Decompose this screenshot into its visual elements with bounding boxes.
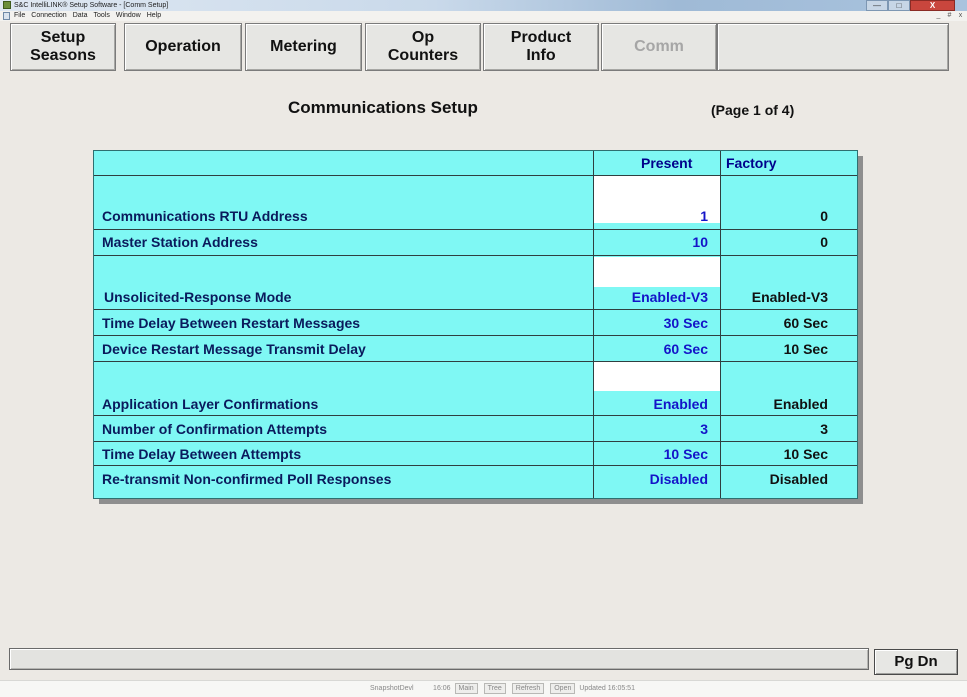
nav-comm-label: Comm (634, 38, 684, 55)
nav-op-counters-button[interactable]: Op Counters (365, 23, 481, 71)
factory-value-rtu-address: 0 (820, 208, 828, 224)
page-title: Communications Setup (288, 98, 478, 117)
minimize-button[interactable]: — (866, 0, 888, 11)
menu-connection[interactable]: Connection (31, 11, 66, 21)
menu-file[interactable]: File (14, 11, 25, 21)
present-value-restart-delay[interactable]: 30 Sec (598, 315, 708, 331)
row-label-app-confirmations: Application Layer Confirmations (102, 396, 319, 412)
document-icon[interactable] (3, 12, 10, 20)
mdi-close-button[interactable]: x (956, 11, 965, 21)
menu-window[interactable]: Window (116, 11, 141, 21)
taskbar-updated: Updated 16:05:51 (579, 685, 635, 692)
maximize-button[interactable]: □ (888, 0, 910, 11)
factory-value-retransmit-poll: Disabled (769, 471, 828, 487)
row-divider (94, 441, 857, 442)
present-cell-bg (594, 257, 720, 287)
row-label-transmit-delay: Device Restart Message Transmit Delay (102, 341, 366, 357)
row-label-master-station: Master Station Address (102, 234, 258, 250)
row-label-restart-delay: Time Delay Between Restart Messages (102, 315, 361, 331)
factory-value-app-confirmations: Enabled (773, 396, 828, 412)
present-cell-bg (594, 361, 720, 391)
mdi-restore-button[interactable]: # (945, 11, 954, 21)
row-label-attempt-delay: Time Delay Between Attempts (102, 446, 302, 462)
taskbar-open-button[interactable]: Open (550, 683, 576, 694)
nav-blank-button[interactable] (717, 23, 949, 71)
present-value-confirmation-attempts[interactable]: 3 (598, 421, 708, 437)
row-divider (94, 465, 857, 466)
row-divider (94, 175, 857, 176)
present-value-app-confirmations[interactable]: Enabled (598, 396, 708, 412)
row-label-confirmation-attempts: Number of Confirmation Attempts (102, 421, 328, 437)
taskbar-main-button[interactable]: Main (454, 683, 478, 694)
nav-operation-button[interactable]: Operation (124, 23, 242, 71)
menu-bar: File Connection Data Tools Window Help _… (0, 11, 967, 21)
nav-comm-button[interactable]: Comm (601, 23, 717, 71)
factory-value-restart-delay: 60 Sec (783, 315, 828, 331)
factory-value-confirmation-attempts: 3 (820, 421, 828, 437)
window-title: S&C IntelliLINK® Setup Software - [Comm … (14, 2, 169, 9)
row-divider (94, 415, 857, 416)
factory-value-unsolicited-mode: Enabled-V3 (751, 289, 828, 305)
taskbar-refresh-button[interactable]: Refresh (511, 683, 545, 694)
present-value-retransmit-poll[interactable]: Disabled (598, 471, 708, 487)
present-value-attempt-delay[interactable]: 10 Sec (598, 446, 708, 462)
menu-data[interactable]: Data (73, 11, 88, 21)
row-divider (94, 361, 857, 362)
row-divider (94, 335, 857, 336)
row-label-rtu-address: Communications RTU Address (102, 208, 308, 224)
present-value-rtu-address[interactable]: 1 (598, 208, 708, 224)
factory-value-attempt-delay: 10 Sec (783, 446, 828, 462)
mdi-minimize-button[interactable]: _ (934, 11, 943, 21)
nav-product-info-label: Product Info (510, 29, 572, 64)
nav-op-counters-label: Op Counters (387, 29, 459, 64)
nav-metering-label: Metering (270, 38, 337, 55)
row-divider (94, 255, 857, 256)
column-header-factory: Factory (726, 155, 777, 171)
column-divider (593, 151, 594, 498)
nav-setup-seasons-button[interactable]: Setup Seasons (10, 23, 116, 71)
present-value-unsolicited-mode[interactable]: Enabled-V3 (598, 289, 708, 305)
row-label-unsolicited-mode: Unsolicited-Response Mode (104, 289, 292, 305)
app-icon (3, 1, 11, 9)
nav-setup-seasons-label: Setup Seasons (30, 29, 96, 64)
row-divider (94, 229, 857, 230)
row-divider (94, 309, 857, 310)
menu-tools[interactable]: Tools (94, 11, 110, 21)
title-bar: S&C IntelliLINK® Setup Software - [Comm … (0, 0, 967, 11)
comm-setup-table: Present Factory Communications RTU Addre… (93, 150, 858, 499)
page-down-button[interactable]: Pg Dn (874, 649, 958, 675)
factory-value-master-station: 0 (820, 234, 828, 250)
nav-product-info-button[interactable]: Product Info (483, 23, 599, 71)
nav-operation-label: Operation (145, 38, 221, 55)
taskbar-tree-button[interactable]: Tree (483, 683, 506, 694)
page-number: (Page 1 of 4) (711, 102, 795, 118)
factory-value-transmit-delay: 10 Sec (783, 341, 828, 357)
taskbar-time: 16:06 (433, 685, 451, 692)
row-label-retransmit-poll: Re-transmit Non-confirmed Poll Responses (102, 471, 392, 487)
present-value-transmit-delay[interactable]: 60 Sec (598, 341, 708, 357)
taskbar: SnapshotDevl 16:06 Main Tree Refresh Ope… (0, 680, 967, 697)
close-button[interactable]: X (910, 0, 955, 11)
column-header-present: Present (641, 155, 693, 171)
present-value-master-station[interactable]: 10 (598, 234, 708, 250)
taskbar-snapshot: SnapshotDevl (370, 685, 414, 692)
menu-help[interactable]: Help (147, 11, 161, 21)
status-bar (9, 648, 869, 670)
nav-metering-button[interactable]: Metering (245, 23, 362, 71)
